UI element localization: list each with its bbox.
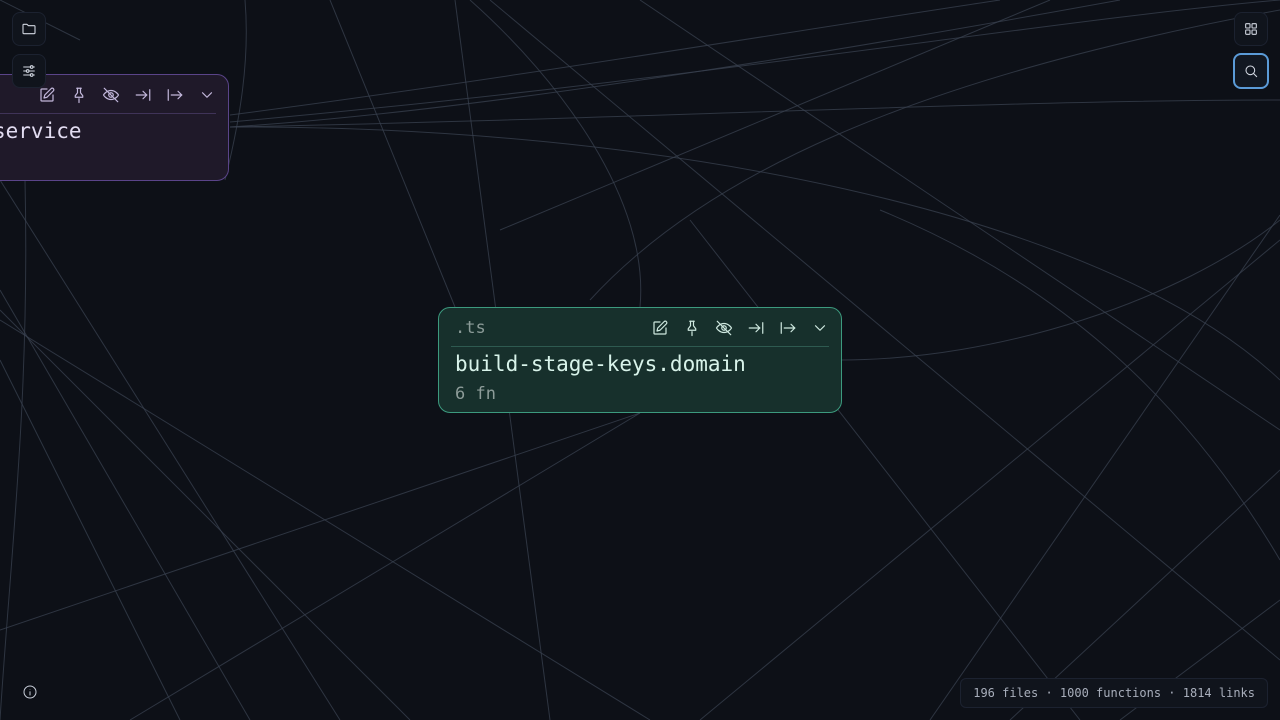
edge <box>229 0 1001 116</box>
node-divider <box>451 346 829 347</box>
function-count: 6 fn <box>455 384 496 404</box>
search-icon <box>1245 65 1258 78</box>
pin-icon[interactable] <box>68 84 90 106</box>
pin-icon[interactable] <box>681 317 703 339</box>
edge <box>689 219 1081 720</box>
node-title: build-stage-keys.domain <box>455 352 746 376</box>
arrow-to-end-icon[interactable] <box>132 84 154 106</box>
edge <box>229 0 1121 128</box>
arrow-to-end-icon[interactable] <box>745 317 767 339</box>
graph-stats: 196 files · 1000 functions · 1814 links <box>960 678 1268 708</box>
edit-icon[interactable] <box>649 317 671 339</box>
edge <box>229 0 1280 123</box>
files-button[interactable] <box>12 12 46 46</box>
layout-button[interactable] <box>1234 12 1268 46</box>
node-actions <box>36 84 218 106</box>
edge <box>839 219 1280 361</box>
info-button[interactable] <box>14 676 46 708</box>
info-icon <box>23 685 37 699</box>
file-node-build-stage-keys[interactable]: .ts build-stage-keys.domain 6 fn <box>438 307 842 413</box>
grid-icon <box>1245 23 1257 35</box>
settings-button[interactable] <box>12 54 46 88</box>
edge <box>879 209 1280 561</box>
edge <box>0 309 411 720</box>
eye-off-icon[interactable] <box>100 84 122 106</box>
chevron-down-icon[interactable] <box>196 84 218 106</box>
edge <box>0 412 641 631</box>
edge <box>129 412 641 720</box>
eye-off-icon[interactable] <box>713 317 735 339</box>
edge <box>0 179 27 720</box>
file-extension: .ts <box>455 318 486 338</box>
edge <box>0 179 341 720</box>
edge <box>929 214 1280 720</box>
edge <box>0 289 251 720</box>
arrow-from-start-icon[interactable] <box>164 84 186 106</box>
edge <box>589 9 1280 301</box>
chevron-down-icon[interactable] <box>809 317 831 339</box>
search-button[interactable] <box>1233 53 1269 89</box>
node-divider <box>0 113 216 114</box>
graph-canvas[interactable]: service .ts build-stage-keys.domain 6 fn… <box>0 0 1280 720</box>
edge <box>329 0 456 308</box>
sliders-icon <box>23 65 35 77</box>
node-header: .ts <box>439 308 841 346</box>
node-title: service <box>0 119 82 143</box>
edge <box>469 0 642 308</box>
node-actions <box>649 317 831 339</box>
arrow-from-start-icon[interactable] <box>777 317 799 339</box>
file-node-service[interactable]: service <box>0 74 229 181</box>
folder-icon <box>22 23 36 35</box>
